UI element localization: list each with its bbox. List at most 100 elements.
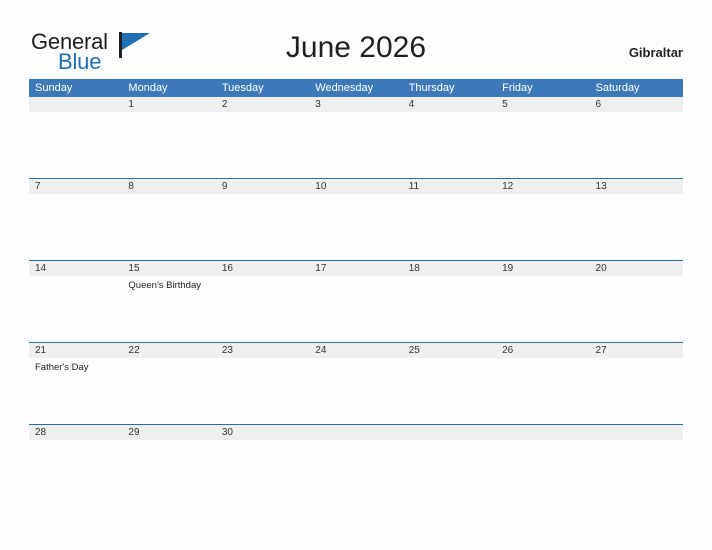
weekday-header-sunday: Sunday [35,82,73,94]
day-cell[interactable] [590,358,683,424]
week-body [29,112,683,178]
day-cell-empty [29,112,122,178]
calendar-week-row: 14 15 16 17 18 19 20 Queen's Birthday [29,260,683,342]
day-cell[interactable] [496,112,589,178]
weekday-header-saturday: Saturday [595,82,640,94]
day-number-empty [496,425,589,440]
day-cell[interactable] [29,276,122,342]
day-cell[interactable] [309,194,402,260]
day-cell[interactable] [496,276,589,342]
day-number[interactable]: 21 [29,343,122,358]
day-cell[interactable] [403,112,496,178]
day-cell[interactable] [309,276,402,342]
weekday-header-row: Sunday Monday Tuesday Wednesday Thursday Frid… [29,79,683,97]
day-number[interactable]: 5 [496,97,589,112]
day-cell[interactable]: Queen's Birthday [122,276,215,342]
day-cell-empty [590,440,683,506]
weekday-header-monday: Monday [128,82,168,94]
holiday-event-label: Queen's Birthday [128,280,201,291]
calendar-table: Sunday Monday Tuesday Wednesday Thursday Frid… [29,79,683,506]
week-date-band: 123456 [29,97,683,112]
calendar-week-row: 123456 [29,97,683,178]
weekday-header-wednesday: Wednesday [315,82,374,94]
week-body [29,440,683,506]
day-number[interactable]: 11 [403,179,496,194]
day-number[interactable]: 8 [122,179,215,194]
calendar-week-row: 28 29 30 [29,424,683,506]
day-number[interactable]: 24 [309,343,402,358]
day-number[interactable]: 18 [403,261,496,276]
day-number[interactable]: 13 [590,179,683,194]
week-body [29,194,683,260]
day-number[interactable]: 2 [216,97,309,112]
day-number[interactable]: 15 [122,261,215,276]
locale-label: Gibraltar [628,45,683,60]
day-cell[interactable] [590,194,683,260]
day-number-empty [29,97,122,112]
day-cell[interactable] [29,194,122,260]
day-number[interactable]: 26 [496,343,589,358]
holiday-event-label: Father's Day [35,362,89,373]
calendar-page: General Blue June 2026 Gibraltar Sunday M… [0,0,712,550]
day-cell-empty [309,440,402,506]
day-number[interactable]: 12 [496,179,589,194]
day-number[interactable]: 23 [216,343,309,358]
day-number[interactable]: 17 [309,261,402,276]
page-title: June 2026 [285,31,427,64]
day-number[interactable]: 25 [403,343,496,358]
day-cell[interactable] [216,276,309,342]
day-cell[interactable] [122,194,215,260]
day-cell[interactable] [590,276,683,342]
day-cell[interactable] [403,276,496,342]
calendar-weeks: 1 2 3 4 5 6 7 8 9 10 11 12 13 14 15 16 17 18 19 20 Queen's B… [29,97,683,506]
day-cell[interactable]: Father's Day [29,358,122,424]
day-number-empty [309,425,402,440]
weekday-header-tuesday: Tuesday [221,82,264,94]
day-number[interactable]: 4 [403,97,496,112]
week-body: Queen's Birthday [29,276,683,342]
day-cell[interactable] [309,112,402,178]
week-body: Father's Day [29,358,683,424]
day-cell[interactable] [496,194,589,260]
day-number[interactable]: 29 [122,425,215,440]
day-cell[interactable] [216,112,309,178]
day-cell[interactable] [216,358,309,424]
page-header: General Blue June 2026 Gibraltar [0,0,712,78]
day-number[interactable]: 7 [29,179,122,194]
day-number[interactable]: 3 [309,97,402,112]
day-cell[interactable] [590,112,683,178]
day-cell-empty [496,440,589,506]
week-date-band: 28 29 30 [29,425,683,440]
day-number-empty [590,425,683,440]
day-number[interactable]: 20 [590,261,683,276]
day-cell[interactable] [216,440,309,506]
day-cell-empty [403,440,496,506]
day-cell[interactable] [122,358,215,424]
day-cell[interactable] [309,358,402,424]
weekday-header-thursday: Thursday [408,82,455,94]
day-cell[interactable] [122,112,215,178]
day-number-empty [403,425,496,440]
day-cell[interactable] [29,440,122,506]
day-number[interactable]: 16 [216,261,309,276]
day-number[interactable]: 9 [216,179,309,194]
day-number[interactable]: 30 [216,425,309,440]
day-number[interactable]: 19 [496,261,589,276]
calendar-week-row: 7 8 9 10 11 12 13 [29,178,683,260]
day-cell[interactable] [403,194,496,260]
week-date-band: 21 22 23 24 25 26 27 [29,343,683,358]
week-date-band: 14 15 16 17 18 19 20 [29,261,683,276]
day-cell[interactable] [403,358,496,424]
day-cell[interactable] [216,194,309,260]
week-date-band: 7 8 9 10 11 12 13 [29,179,683,194]
day-cell[interactable] [122,440,215,506]
day-number[interactable]: 22 [122,343,215,358]
day-number[interactable]: 14 [29,261,122,276]
day-number[interactable]: 28 [29,425,122,440]
weekday-header-friday: Friday [502,82,533,94]
day-cell[interactable] [496,358,589,424]
day-number[interactable]: 10 [309,179,402,194]
day-number[interactable]: 6 [590,97,683,112]
day-number[interactable]: 1 [122,97,215,112]
day-number[interactable]: 27 [590,343,683,358]
